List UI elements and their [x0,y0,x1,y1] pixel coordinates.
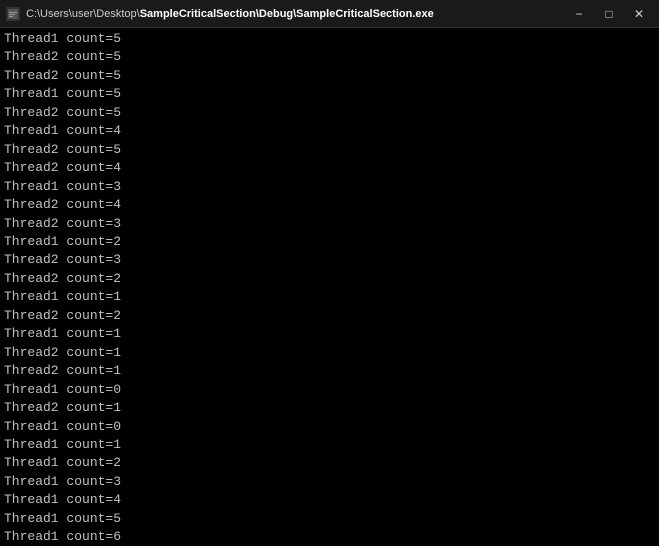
console-line: Thread1 count=1 [4,436,655,454]
console-line: Thread2 count=2 [4,307,655,325]
console-line: Thread1 count=5 [4,30,655,48]
console-output: Thread1 count=5Thread2 count=5Thread2 co… [0,28,659,546]
console-line: Thread2 count=5 [4,141,655,159]
console-line: Thread2 count=3 [4,251,655,269]
console-line: Thread2 count=5 [4,67,655,85]
console-line: Thread2 count=5 [4,48,655,66]
console-line: Thread2 count=4 [4,196,655,214]
console-line: Thread1 count=2 [4,454,655,472]
title-bar-controls: − □ ✕ [565,4,653,24]
title-bar-text: C:\Users\user\Desktop\SampleCriticalSect… [26,8,434,20]
console-line: Thread1 count=1 [4,288,655,306]
console-line: Thread2 count=1 [4,362,655,380]
console-line: Thread1 count=2 [4,233,655,251]
console-line: Thread1 count=0 [4,418,655,436]
app-icon [6,7,20,21]
title-bar-left: C:\Users\user\Desktop\SampleCriticalSect… [6,7,434,21]
console-line: Thread1 count=3 [4,178,655,196]
console-line: Thread2 count=1 [4,399,655,417]
title-bar: C:\Users\user\Desktop\SampleCriticalSect… [0,0,659,28]
console-line: Thread2 count=5 [4,104,655,122]
maximize-button[interactable]: □ [595,4,623,24]
console-line: Thread2 count=3 [4,215,655,233]
console-line: Thread2 count=4 [4,159,655,177]
console-line: Thread1 count=1 [4,325,655,343]
console-line: Thread1 count=4 [4,491,655,509]
close-button[interactable]: ✕ [625,4,653,24]
console-line: Thread1 count=4 [4,122,655,140]
console-line: Thread1 count=3 [4,473,655,491]
console-line: Thread1 count=5 [4,85,655,103]
console-line: Thread2 count=2 [4,270,655,288]
console-line: Thread1 count=6 [4,528,655,546]
minimize-button[interactable]: − [565,4,593,24]
console-line: Thread2 count=1 [4,344,655,362]
console-line: Thread1 count=0 [4,381,655,399]
console-line: Thread1 count=5 [4,510,655,528]
